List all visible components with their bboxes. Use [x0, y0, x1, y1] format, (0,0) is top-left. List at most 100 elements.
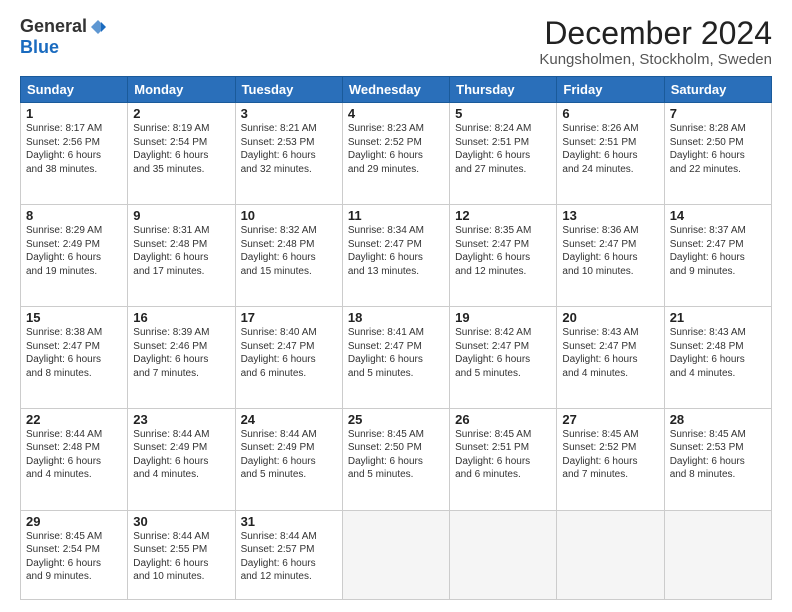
day-number: 17	[241, 310, 337, 325]
day-number: 3	[241, 106, 337, 121]
day-info: Sunrise: 8:45 AM Sunset: 2:54 PM Dayligh…	[26, 530, 122, 584]
month-title: December 2024	[539, 16, 772, 51]
day-cell: 21Sunrise: 8:43 AM Sunset: 2:48 PM Dayli…	[664, 307, 771, 409]
day-info: Sunrise: 8:44 AM Sunset: 2:49 PM Dayligh…	[241, 428, 337, 482]
day-cell: 22Sunrise: 8:44 AM Sunset: 2:48 PM Dayli…	[21, 408, 128, 510]
day-info: Sunrise: 8:24 AM Sunset: 2:51 PM Dayligh…	[455, 122, 551, 176]
day-cell: 25Sunrise: 8:45 AM Sunset: 2:50 PM Dayli…	[342, 408, 449, 510]
day-cell: 20Sunrise: 8:43 AM Sunset: 2:47 PM Dayli…	[557, 307, 664, 409]
col-tuesday: Tuesday	[235, 77, 342, 103]
week-row-1: 1Sunrise: 8:17 AM Sunset: 2:56 PM Daylig…	[21, 103, 772, 205]
day-cell: 7Sunrise: 8:28 AM Sunset: 2:50 PM Daylig…	[664, 103, 771, 205]
day-number: 23	[133, 412, 229, 427]
day-number: 31	[241, 514, 337, 529]
day-cell: 11Sunrise: 8:34 AM Sunset: 2:47 PM Dayli…	[342, 205, 449, 307]
day-number: 30	[133, 514, 229, 529]
day-cell: 23Sunrise: 8:44 AM Sunset: 2:49 PM Dayli…	[128, 408, 235, 510]
day-info: Sunrise: 8:45 AM Sunset: 2:53 PM Dayligh…	[670, 428, 766, 482]
day-number: 5	[455, 106, 551, 121]
day-cell	[342, 510, 449, 599]
day-number: 9	[133, 208, 229, 223]
day-cell: 10Sunrise: 8:32 AM Sunset: 2:48 PM Dayli…	[235, 205, 342, 307]
day-cell: 29Sunrise: 8:45 AM Sunset: 2:54 PM Dayli…	[21, 510, 128, 599]
day-cell	[557, 510, 664, 599]
day-info: Sunrise: 8:35 AM Sunset: 2:47 PM Dayligh…	[455, 224, 551, 278]
day-cell: 12Sunrise: 8:35 AM Sunset: 2:47 PM Dayli…	[450, 205, 557, 307]
day-info: Sunrise: 8:42 AM Sunset: 2:47 PM Dayligh…	[455, 326, 551, 380]
day-cell: 27Sunrise: 8:45 AM Sunset: 2:52 PM Dayli…	[557, 408, 664, 510]
logo-icon	[89, 18, 107, 36]
day-number: 16	[133, 310, 229, 325]
day-number: 6	[562, 106, 658, 121]
logo-text: General	[20, 16, 107, 37]
day-number: 4	[348, 106, 444, 121]
day-number: 21	[670, 310, 766, 325]
col-friday: Friday	[557, 77, 664, 103]
day-cell: 2Sunrise: 8:19 AM Sunset: 2:54 PM Daylig…	[128, 103, 235, 205]
day-cell: 26Sunrise: 8:45 AM Sunset: 2:51 PM Dayli…	[450, 408, 557, 510]
day-info: Sunrise: 8:26 AM Sunset: 2:51 PM Dayligh…	[562, 122, 658, 176]
day-info: Sunrise: 8:23 AM Sunset: 2:52 PM Dayligh…	[348, 122, 444, 176]
day-number: 13	[562, 208, 658, 223]
day-cell: 9Sunrise: 8:31 AM Sunset: 2:48 PM Daylig…	[128, 205, 235, 307]
day-number: 18	[348, 310, 444, 325]
day-number: 15	[26, 310, 122, 325]
day-number: 8	[26, 208, 122, 223]
header-row: Sunday Monday Tuesday Wednesday Thursday…	[21, 77, 772, 103]
day-cell: 18Sunrise: 8:41 AM Sunset: 2:47 PM Dayli…	[342, 307, 449, 409]
day-number: 22	[26, 412, 122, 427]
day-cell	[664, 510, 771, 599]
calendar-table: Sunday Monday Tuesday Wednesday Thursday…	[20, 76, 772, 600]
logo-blue: Blue	[20, 37, 59, 58]
day-info: Sunrise: 8:43 AM Sunset: 2:47 PM Dayligh…	[562, 326, 658, 380]
day-cell: 8Sunrise: 8:29 AM Sunset: 2:49 PM Daylig…	[21, 205, 128, 307]
day-number: 26	[455, 412, 551, 427]
day-cell: 13Sunrise: 8:36 AM Sunset: 2:47 PM Dayli…	[557, 205, 664, 307]
day-info: Sunrise: 8:38 AM Sunset: 2:47 PM Dayligh…	[26, 326, 122, 380]
day-number: 20	[562, 310, 658, 325]
col-wednesday: Wednesday	[342, 77, 449, 103]
col-saturday: Saturday	[664, 77, 771, 103]
day-info: Sunrise: 8:41 AM Sunset: 2:47 PM Dayligh…	[348, 326, 444, 380]
day-info: Sunrise: 8:28 AM Sunset: 2:50 PM Dayligh…	[670, 122, 766, 176]
day-cell: 19Sunrise: 8:42 AM Sunset: 2:47 PM Dayli…	[450, 307, 557, 409]
day-number: 24	[241, 412, 337, 427]
day-number: 12	[455, 208, 551, 223]
day-number: 10	[241, 208, 337, 223]
day-info: Sunrise: 8:45 AM Sunset: 2:50 PM Dayligh…	[348, 428, 444, 482]
day-info: Sunrise: 8:21 AM Sunset: 2:53 PM Dayligh…	[241, 122, 337, 176]
day-cell: 14Sunrise: 8:37 AM Sunset: 2:47 PM Dayli…	[664, 205, 771, 307]
day-info: Sunrise: 8:44 AM Sunset: 2:48 PM Dayligh…	[26, 428, 122, 482]
day-cell: 6Sunrise: 8:26 AM Sunset: 2:51 PM Daylig…	[557, 103, 664, 205]
day-cell: 24Sunrise: 8:44 AM Sunset: 2:49 PM Dayli…	[235, 408, 342, 510]
day-cell: 16Sunrise: 8:39 AM Sunset: 2:46 PM Dayli…	[128, 307, 235, 409]
header: General Blue December 2024 Kungsholmen, …	[20, 16, 772, 68]
day-info: Sunrise: 8:17 AM Sunset: 2:56 PM Dayligh…	[26, 122, 122, 176]
col-monday: Monday	[128, 77, 235, 103]
day-number: 28	[670, 412, 766, 427]
logo-general: General	[20, 16, 87, 37]
day-number: 14	[670, 208, 766, 223]
day-number: 27	[562, 412, 658, 427]
location: Kungsholmen, Stockholm, Sweden	[539, 51, 772, 68]
day-cell: 17Sunrise: 8:40 AM Sunset: 2:47 PM Dayli…	[235, 307, 342, 409]
title-block: December 2024 Kungsholmen, Stockholm, Sw…	[539, 16, 772, 68]
calendar-page: General Blue December 2024 Kungsholmen, …	[0, 0, 792, 612]
day-info: Sunrise: 8:19 AM Sunset: 2:54 PM Dayligh…	[133, 122, 229, 176]
day-info: Sunrise: 8:40 AM Sunset: 2:47 PM Dayligh…	[241, 326, 337, 380]
day-info: Sunrise: 8:36 AM Sunset: 2:47 PM Dayligh…	[562, 224, 658, 278]
day-info: Sunrise: 8:34 AM Sunset: 2:47 PM Dayligh…	[348, 224, 444, 278]
week-row-5: 29Sunrise: 8:45 AM Sunset: 2:54 PM Dayli…	[21, 510, 772, 599]
day-info: Sunrise: 8:43 AM Sunset: 2:48 PM Dayligh…	[670, 326, 766, 380]
day-number: 1	[26, 106, 122, 121]
day-number: 19	[455, 310, 551, 325]
col-sunday: Sunday	[21, 77, 128, 103]
day-cell: 5Sunrise: 8:24 AM Sunset: 2:51 PM Daylig…	[450, 103, 557, 205]
day-info: Sunrise: 8:45 AM Sunset: 2:52 PM Dayligh…	[562, 428, 658, 482]
day-number: 29	[26, 514, 122, 529]
day-cell: 3Sunrise: 8:21 AM Sunset: 2:53 PM Daylig…	[235, 103, 342, 205]
day-info: Sunrise: 8:44 AM Sunset: 2:49 PM Dayligh…	[133, 428, 229, 482]
day-info: Sunrise: 8:45 AM Sunset: 2:51 PM Dayligh…	[455, 428, 551, 482]
day-number: 11	[348, 208, 444, 223]
day-info: Sunrise: 8:31 AM Sunset: 2:48 PM Dayligh…	[133, 224, 229, 278]
